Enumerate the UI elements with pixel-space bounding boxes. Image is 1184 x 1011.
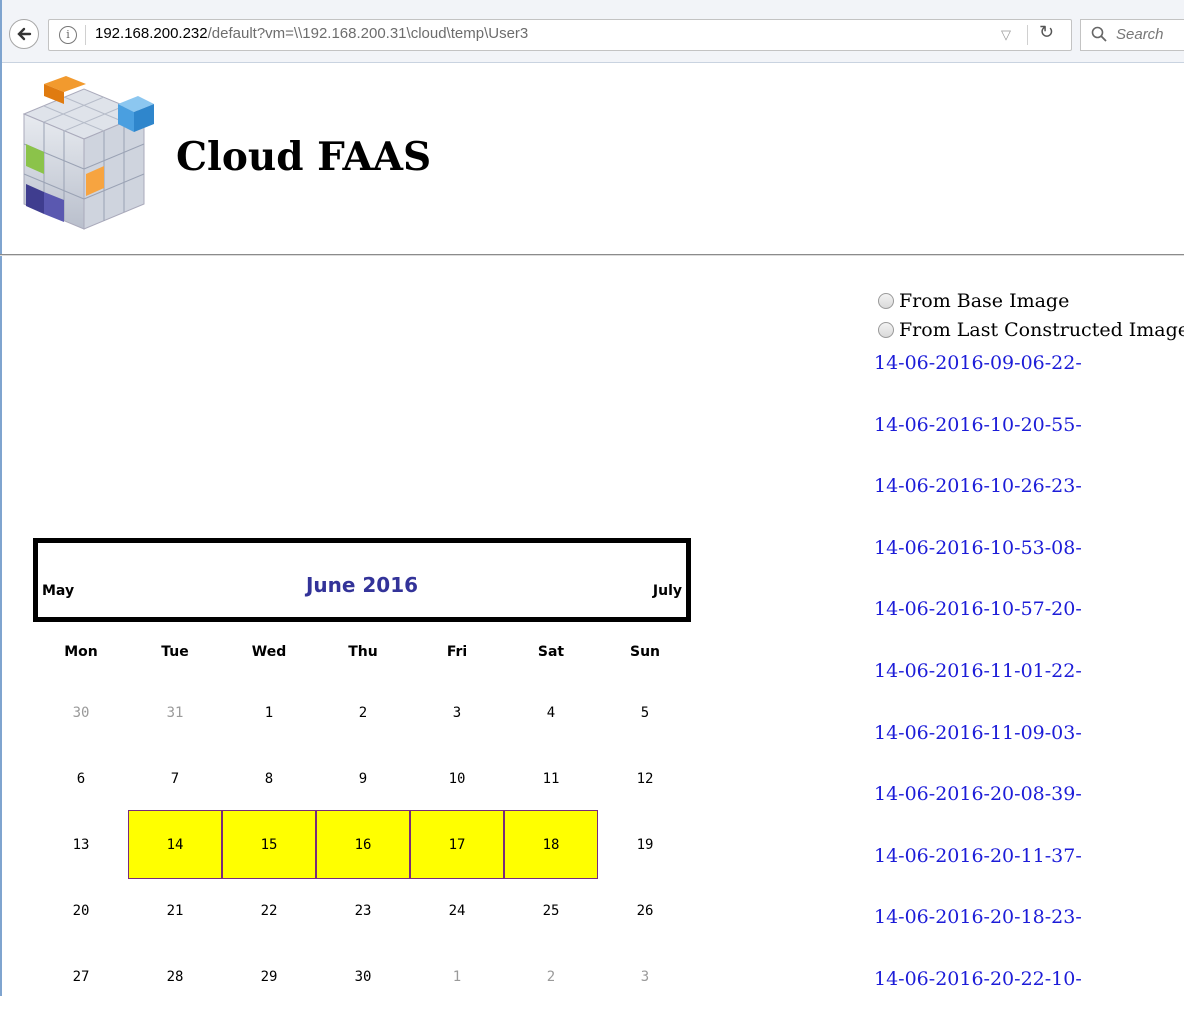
calendar-day[interactable]: 30 [34,678,128,747]
calendar-day[interactable]: 26 [598,876,692,945]
calendar-title-bar: May June 2016 July [33,538,691,622]
snapshot-link[interactable]: 14-06-2016-20-11-37- [874,845,1082,867]
calendar-day[interactable]: 8 [222,744,316,813]
radio-button[interactable] [878,293,894,309]
calendar-day[interactable]: 23 [316,876,410,945]
cube-logo-icon [22,76,154,230]
snapshot-link[interactable]: 14-06-2016-20-18-23- [874,906,1082,928]
calendar-day[interactable]: 30 [316,942,410,1011]
calendar-day[interactable]: 4 [504,678,598,747]
url-divider [85,25,86,45]
header-divider [0,254,1184,256]
weekday-header: Wed [251,644,287,660]
calendar-day[interactable]: 11 [504,744,598,813]
calendar-day[interactable]: 6 [34,744,128,813]
url-text[interactable]: 192.168.200.232/default?vm=\\192.168.200… [95,25,528,42]
calendar-day[interactable]: 1 [222,678,316,747]
calendar-day[interactable]: 31 [128,678,222,747]
weekday-header: Sat [537,644,565,660]
weekday-header-row: Mon Tue Wed Thu Fri Sat Sun [34,628,694,678]
snapshot-link[interactable]: 14-06-2016-10-57-20- [874,598,1082,620]
calendar-day[interactable]: 7 [128,744,222,813]
weekday-header: Mon [64,644,98,660]
calendar-day[interactable]: 28 [128,942,222,1011]
calendar-day[interactable]: 29 [222,942,316,1011]
snapshot-link[interactable]: 14-06-2016-10-53-08- [874,537,1082,559]
calendar-title: June 2016 [305,573,419,597]
next-month-link[interactable]: July [653,583,682,599]
calendar-day[interactable]: 13 [34,810,128,879]
calendar-day-selected[interactable]: 15 [222,810,316,879]
calendar-day-selected[interactable]: 18 [504,810,598,879]
calendar-day[interactable]: 2 [504,942,598,1011]
weekday-header: Thu [348,644,378,660]
dropdown-triangle-icon[interactable]: ▽ [1001,27,1011,43]
reload-icon[interactable]: ↻ [1039,22,1054,43]
url-host: 192.168.200.232 [95,25,208,42]
calendar-day[interactable]: 22 [222,876,316,945]
option-last-constructed-image[interactable]: From Last Constructed Image [878,319,1184,341]
calendar-day[interactable]: 3 [598,942,692,1011]
search-placeholder: Search [1116,26,1164,43]
back-button[interactable] [9,19,39,49]
search-box[interactable]: Search [1080,19,1184,51]
calendar-day-selected[interactable]: 17 [410,810,504,879]
calendar-day[interactable]: 3 [410,678,504,747]
weekday-header: Tue [161,644,189,660]
snapshot-link[interactable]: 14-06-2016-20-08-39- [874,783,1082,805]
address-bar[interactable]: i 192.168.200.232/default?vm=\\192.168.2… [48,19,1072,51]
option-label: From Last Constructed Image [899,319,1184,341]
arrow-left-icon [17,27,32,41]
browser-toolbar: i 192.168.200.232/default?vm=\\192.168.2… [0,0,1184,63]
calendar-day[interactable]: 20 [34,876,128,945]
calendar-day[interactable]: 10 [410,744,504,813]
calendar-day[interactable]: 12 [598,744,692,813]
snapshot-link[interactable]: 14-06-2016-09-06-22- [874,352,1082,374]
weekday-header: Sun [629,644,661,660]
snapshot-link[interactable]: 14-06-2016-11-09-03- [874,722,1082,744]
calendar-day[interactable]: 2 [316,678,410,747]
snapshot-link[interactable]: 14-06-2016-11-01-22- [874,660,1082,682]
calendar-day[interactable]: 21 [128,876,222,945]
calendar-day-selected[interactable]: 16 [316,810,410,879]
search-icon [1091,26,1107,42]
option-label: From Base Image [899,290,1070,312]
url-path: /default?vm=\\192.168.200.31\cloud\temp\… [207,25,529,42]
info-icon[interactable]: i [59,26,77,44]
window-edge [0,0,2,996]
calendar-day[interactable]: 1 [410,942,504,1011]
calendar-day[interactable]: 9 [316,744,410,813]
reload-divider [1027,25,1028,45]
calendar-day[interactable]: 19 [598,810,692,879]
calendar-day[interactable]: 27 [34,942,128,1011]
snapshot-link[interactable]: 14-06-2016-10-20-55- [874,414,1082,436]
snapshot-link[interactable]: 14-06-2016-10-26-23- [874,475,1082,497]
site-title: Cloud FAAS [176,134,432,180]
calendar-day-selected[interactable]: 14 [128,810,222,879]
radio-button[interactable] [878,322,894,338]
calendar-day[interactable]: 24 [410,876,504,945]
snapshot-link[interactable]: 14-06-2016-20-22-10- [874,968,1082,990]
calendar-day[interactable]: 5 [598,678,692,747]
option-base-image[interactable]: From Base Image [878,290,1069,312]
weekday-header: Fri [446,644,468,660]
calendar-day[interactable]: 25 [504,876,598,945]
